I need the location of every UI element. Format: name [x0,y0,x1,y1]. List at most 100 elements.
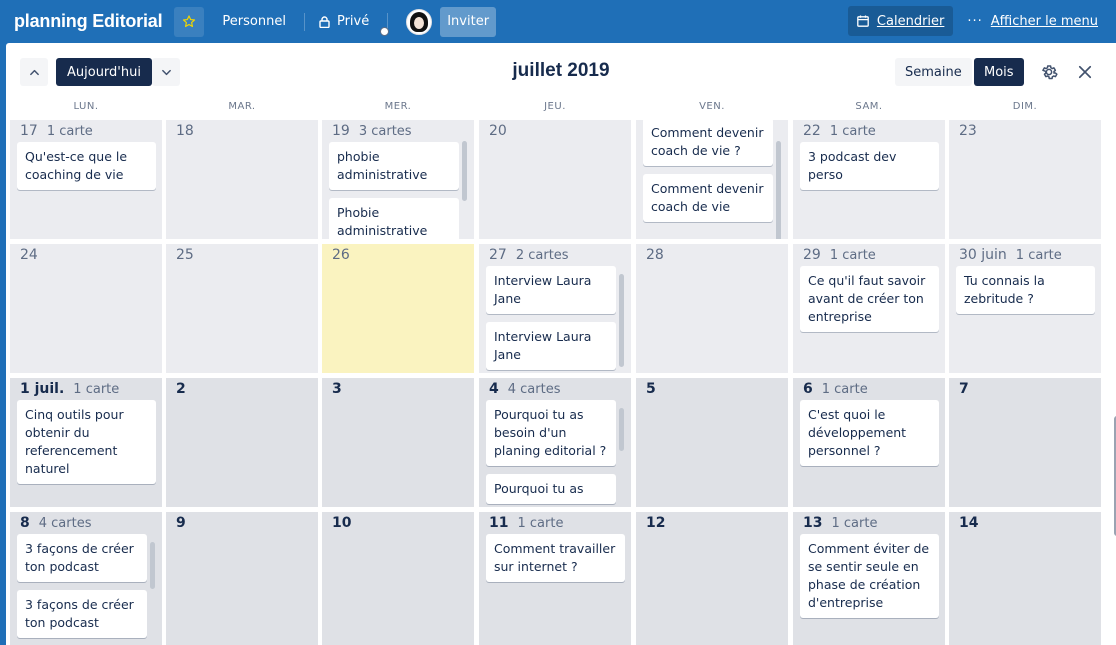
team-label: Personnel [222,14,286,29]
day-cell[interactable]: 30 juin 1 carte Tu connais la zebritude ? [949,244,1101,373]
calendar-powerup-button[interactable]: Calendrier [847,6,954,36]
calendar-card[interactable]: Cinq outils pour obtenir du referencemen… [17,400,156,484]
board-title[interactable]: planning Editorial [14,11,163,32]
day-header: 2 [176,378,186,400]
calendar-card[interactable]: Comment travailler sur internet ? [486,534,625,582]
day-cell[interactable]: 213 cartesComment devenir coach de vie ?… [636,120,788,239]
day-cell[interactable]: 10 [322,512,474,645]
day-cell[interactable]: 5 [636,378,788,507]
show-menu-button[interactable]: ··· Afficher le menu [959,6,1106,36]
day-header: 9 [176,512,186,534]
calendar-card[interactable]: Tu connais la zebritude ? [956,266,1095,314]
card-count: 3 cartes [358,123,412,139]
star-icon [183,15,196,28]
day-cell[interactable]: 3 [322,378,474,507]
card-count: 1 carte [1015,247,1062,263]
card-count: 1 carte [46,123,93,139]
day-cell[interactable]: 4 4 cartes Pourquoi tu as besoin d'un plan… [479,378,631,507]
day-cell[interactable]: 22 1 carte 3 podcast dev perso [793,120,945,239]
calendar-card[interactable]: Comment devenir coach de vie [643,174,773,222]
day-number: 7 [959,381,969,397]
day-cell[interactable]: 23 [949,120,1101,239]
day-cell[interactable]: 18 [166,120,318,239]
day-number: 28 [646,247,664,263]
day-header: 13 1 carte [803,512,877,534]
card-list: Tu connais la zebritude ? [956,266,1095,322]
team-button[interactable]: Personnel [214,7,294,37]
day-cell[interactable]: 28 [636,244,788,373]
day-cell[interactable]: 17 1 carte Qu'est-ce que le coaching de vi… [10,120,162,239]
card-list-scrollbar[interactable] [776,141,781,239]
day-number: 20 [489,123,507,139]
day-number: 10 [332,515,352,531]
card-list-scrollbar[interactable] [619,274,624,367]
day-cell[interactable]: 19 3 cartes phobie administrative Phobie ad… [322,120,474,239]
avatar-badge [380,27,389,36]
day-cell[interactable]: 7 [949,378,1101,507]
day-header: 27 2 cartes [489,244,569,266]
visibility-button[interactable]: Privé [311,7,377,37]
day-cell[interactable]: 27 2 cartes Interview Laura Jane Interview … [479,244,631,373]
card-list-scrollbar[interactable] [462,141,467,201]
day-cell[interactable]: 14 [949,512,1101,645]
day-header: 11 1 carte [489,512,563,534]
card-list: Qu'est-ce que le coaching de vie [17,142,156,198]
day-cell[interactable]: 29 1 carte Ce qu'il faut savoir avant de c… [793,244,945,373]
day-header: 30 juin 1 carte [959,244,1062,266]
day-header: 17 1 carte [20,120,93,142]
calendar-card[interactable]: Comment éviter de se sentir seule en pha… [800,534,939,618]
day-header: 1 juil. 1 carte [20,378,119,400]
day-header: 23 [959,120,977,142]
day-cell[interactable]: 84 cartes 3 façons de créer ton podcast 3 … [10,512,162,645]
day-number: 24 [20,247,38,263]
day-cell[interactable]: 2 [166,378,318,507]
card-list-scrollbar[interactable] [619,408,624,451]
day-header: 5 [646,378,656,400]
day-cell[interactable]: 26 [322,244,474,373]
calendar-card[interactable]: Pourquoi tu as [486,474,616,504]
more-dots-icon: ··· [967,13,983,29]
calendar-card[interactable]: phobie administrative [329,142,459,190]
member-avatar[interactable] [406,8,433,35]
day-header: 24 [20,244,38,266]
calendar-card[interactable]: C'est quoi le développement personnel ? [800,400,939,466]
day-cell[interactable]: 9 [166,512,318,645]
day-cell[interactable]: 20 [479,120,631,239]
star-button[interactable] [174,6,205,37]
card-count: 1 carte [829,247,876,263]
calendar-card[interactable]: Interview Laura Jane [486,266,616,314]
calendar-card[interactable]: 3 façons de créer ton podcast [17,590,147,638]
calendar-card[interactable]: Qu'est-ce que le coaching de vie [17,142,156,190]
card-list-scrollbar[interactable] [150,542,155,589]
lock-icon [319,15,330,28]
card-list: Pourquoi tu as besoin d'un planing edito… [486,400,625,507]
day-number: 1 juil. [20,381,65,397]
day-header: 26 [332,244,350,266]
day-number: 9 [176,515,186,531]
calendar-card[interactable]: Phobie administrative [329,198,459,239]
day-cell[interactable]: 6 1 carte C'est quoi le développement pers… [793,378,945,507]
invite-button[interactable]: Inviter [440,6,497,37]
day-cell[interactable]: 13 1 carte Comment éviter de se sentir seu… [793,512,945,645]
card-list: 3 façons de créer ton podcast 3 façons de… [17,534,156,645]
day-cell[interactable]: 11 1 carte Comment travailler sur internet… [479,512,631,645]
invite-label: Inviter [447,14,490,29]
day-cell[interactable]: 24 [10,244,162,373]
day-number: 27 [489,247,507,263]
calendar-card[interactable]: Ce qu'il faut savoir avant de créer ton … [800,266,939,332]
calendar-panel: Aujourd'hui juillet 2019 Semaine Mois LU… [6,43,1116,645]
day-cell[interactable]: 12 [636,512,788,645]
card-count: 2 cartes [515,247,569,263]
calendar-card[interactable]: Comment devenir coach de vie ? [643,120,773,166]
calendar-card[interactable]: 3 façons de créer ton podcast [17,534,147,582]
day-cell[interactable]: 25 [166,244,318,373]
day-number: 18 [176,123,194,139]
calendar-card[interactable]: 3 podcast dev perso [800,142,939,190]
calendar-label: Calendrier [876,13,945,29]
calendar-card[interactable]: Interview Laura Jane [486,322,616,370]
day-cell[interactable]: 1 juil. 1 carte Cinq outils pour obtenir d… [10,378,162,507]
calendar-card[interactable]: Pourquoi tu as besoin d'un planing edito… [486,400,616,466]
card-list: Ce qu'il faut savoir avant de créer ton … [800,266,939,340]
card-count: 1 carte [829,123,876,139]
card-count: 1 carte [821,381,868,397]
